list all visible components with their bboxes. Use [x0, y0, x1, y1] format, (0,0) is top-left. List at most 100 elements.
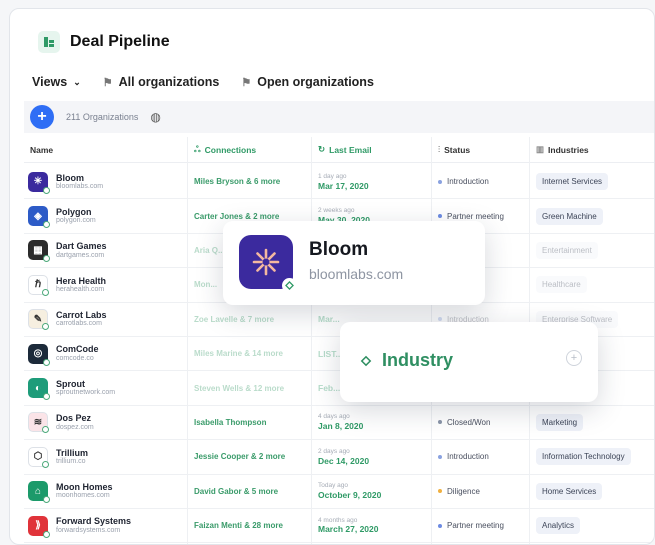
- name-cell[interactable]: ✳ Bloom bloomlabs.com: [28, 165, 103, 198]
- name-cell[interactable]: ◈ Polygon polygon.com: [28, 199, 96, 232]
- refresh-icon: ↻: [318, 144, 326, 154]
- column-name-label: Name: [30, 144, 54, 155]
- name-cell[interactable]: ◎ ComCode comcode.co: [28, 337, 99, 370]
- name-cell[interactable]: ≋ Dos Pez dospez.com: [28, 406, 94, 439]
- online-dot: [43, 393, 50, 401]
- chevron-down-icon: ⌄: [73, 76, 81, 87]
- industry-cell[interactable]: Information Technology: [536, 440, 631, 473]
- name-cell[interactable]: ⌂ Moon Homes moonhomes.com: [28, 475, 113, 508]
- tab-open-organizations[interactable]: ⚑ Open organizations: [241, 75, 374, 89]
- last-email-cell[interactable]: 1 day ago Mar 17, 2020: [318, 165, 369, 198]
- tab-label: All organizations: [118, 75, 220, 89]
- connections-cell[interactable]: Isabella Thompson: [194, 406, 266, 439]
- last-email-cell[interactable]: LIST...: [318, 337, 343, 370]
- column-name[interactable]: Name: [30, 145, 53, 155]
- org-logo-glyph: ▦: [33, 244, 43, 256]
- status-cell[interactable]: Introduction: [438, 165, 489, 198]
- column-status[interactable]: ⫶ Status: [438, 144, 470, 155]
- name-cell[interactable]: ⟫ Forward Systems forwardsystems.com: [28, 509, 131, 542]
- industry-cell[interactable]: Entertainment: [536, 234, 598, 267]
- status-cell[interactable]: Introduction: [438, 440, 489, 473]
- online-dot: [43, 496, 50, 504]
- org-logo-icon: ⟫: [28, 515, 50, 538]
- name-cell[interactable]: ◐ Sprout sproutnetwork.com: [28, 371, 115, 404]
- org-name: Polygon: [56, 206, 92, 217]
- industry-badge: Home Services: [536, 482, 603, 500]
- org-domain: dospez.com: [56, 423, 94, 431]
- popup-org-domain[interactable]: bloomlabs.com: [309, 266, 403, 282]
- status-dot: [438, 214, 442, 219]
- status-cell[interactable]: Diligence: [438, 475, 480, 508]
- org-logo-glyph: ◎: [33, 348, 43, 360]
- status-dot: [438, 179, 442, 184]
- status-cell[interactable]: Closed/Won: [438, 406, 490, 439]
- connections-text: Faizan Menti & 28 more: [194, 521, 283, 531]
- connections-cell[interactable]: Mon...: [194, 268, 217, 301]
- connections-cell[interactable]: Miles Marine & 14 more: [194, 337, 283, 370]
- connections-text: Isabella Thompson: [194, 417, 267, 427]
- organization-hover-card[interactable]: Bloom bloomlabs.com: [223, 221, 485, 305]
- connections-text: Miles Bryson & 6 more: [194, 177, 281, 187]
- last-email-cell[interactable]: 2 days ago Dec 14, 2020: [318, 440, 369, 473]
- last-email-cell[interactable]: Feb...: [318, 371, 340, 404]
- table-row[interactable]: ⟫ Forward Systems forwardsystems.com Fai…: [24, 509, 654, 544]
- connections-text: Mon...: [194, 280, 218, 290]
- industry-cell[interactable]: Internet Services: [536, 165, 609, 198]
- tab-all-organizations[interactable]: ⚑ All organizations: [103, 75, 220, 89]
- status-cell[interactable]: Partner meeting: [438, 509, 504, 542]
- table-row[interactable]: ⬡ Trillium trillium.co Jessie Cooper & 2…: [24, 440, 654, 475]
- connections-cell[interactable]: Faizan Menti & 28 more: [194, 509, 283, 542]
- pipeline-icon: [38, 31, 60, 53]
- org-domain: herahealth.com: [56, 286, 105, 294]
- industry-badge: Information Technology: [536, 448, 631, 466]
- last-email-cell[interactable]: Today ago October 9, 2020: [318, 475, 381, 508]
- industry-cell[interactable]: Home Services: [536, 475, 603, 508]
- industry-cell[interactable]: Green Machine: [536, 199, 603, 232]
- industry-cell[interactable]: Analytics: [536, 509, 581, 542]
- online-dot: [42, 460, 49, 468]
- online-dot: [43, 358, 50, 366]
- online-dot: [42, 288, 49, 296]
- table-row[interactable]: ✳ Bloom bloomlabs.com Miles Bryson & 6 m…: [24, 165, 654, 200]
- name-cell[interactable]: ✎ Carrot Labs carrotlabs.com: [28, 303, 107, 336]
- table-row[interactable]: ⌂ Moon Homes moonhomes.com David Gabor &…: [24, 475, 654, 509]
- org-logo-icon: ⌂: [28, 481, 50, 504]
- last-email-ago: Today ago: [318, 482, 348, 490]
- last-email-cell[interactable]: 4 days ago Jan 8, 2020: [318, 406, 363, 439]
- connections-cell[interactable]: Aria Q...: [194, 234, 225, 267]
- last-email-cell[interactable]: 4 months ago March 27, 2020: [318, 509, 378, 542]
- add-organization-button[interactable]: +: [30, 105, 54, 129]
- last-email-cell[interactable]: Mar...: [318, 303, 340, 336]
- add-industry-button[interactable]: +: [566, 350, 582, 366]
- name-cell[interactable]: ⬡ Trillium trillium.co: [28, 440, 88, 473]
- connections-text: Miles Marine & 14 more: [194, 349, 283, 359]
- org-domain: dartgames.com: [56, 251, 105, 259]
- org-name: Carrot Labs: [56, 310, 107, 321]
- connections-text: David Gabor & 5 more: [194, 486, 279, 496]
- globe-icon[interactable]: ◍: [150, 110, 160, 124]
- industry-cell[interactable]: Marketing: [536, 406, 584, 439]
- status-dot: [438, 317, 442, 322]
- connections-cell[interactable]: Zoe Lavelle & 7 more: [194, 303, 274, 336]
- column-last-email[interactable]: ↻ Last Email: [318, 144, 372, 155]
- last-email-ago: 1 day ago: [318, 172, 347, 180]
- connections-cell[interactable]: Jessie Cooper & 2 more: [194, 440, 285, 473]
- connections-text: Steven Wells & 12 more: [194, 383, 285, 393]
- popup-org-name: Bloom: [309, 239, 369, 260]
- status-dot: [438, 489, 442, 494]
- industry-cell[interactable]: Healthcare: [536, 268, 587, 301]
- org-name: Dart Games: [56, 241, 107, 252]
- last-email-ago: 4 days ago: [318, 413, 350, 421]
- last-email-date: March 27, 2020: [318, 524, 379, 535]
- connections-cell[interactable]: Steven Wells & 12 more: [194, 371, 284, 404]
- industry-attribute-card[interactable]: Industry +: [340, 322, 598, 402]
- table-row[interactable]: ≋ Dos Pez dospez.com Isabella Thompson 4…: [24, 406, 654, 441]
- name-cell[interactable]: ▦ Dart Games dartgames.com: [28, 234, 107, 267]
- org-domain: polygon.com: [56, 217, 96, 225]
- column-connections[interactable]: ஃ Connections: [194, 144, 256, 156]
- name-cell[interactable]: ℏ Hera Health herahealth.com: [28, 268, 106, 301]
- connections-cell[interactable]: David Gabor & 5 more: [194, 475, 278, 508]
- connections-cell[interactable]: Miles Bryson & 6 more: [194, 165, 280, 198]
- views-dropdown[interactable]: Views ⌄: [32, 75, 81, 89]
- column-industries[interactable]: ▥ Industries: [536, 144, 589, 155]
